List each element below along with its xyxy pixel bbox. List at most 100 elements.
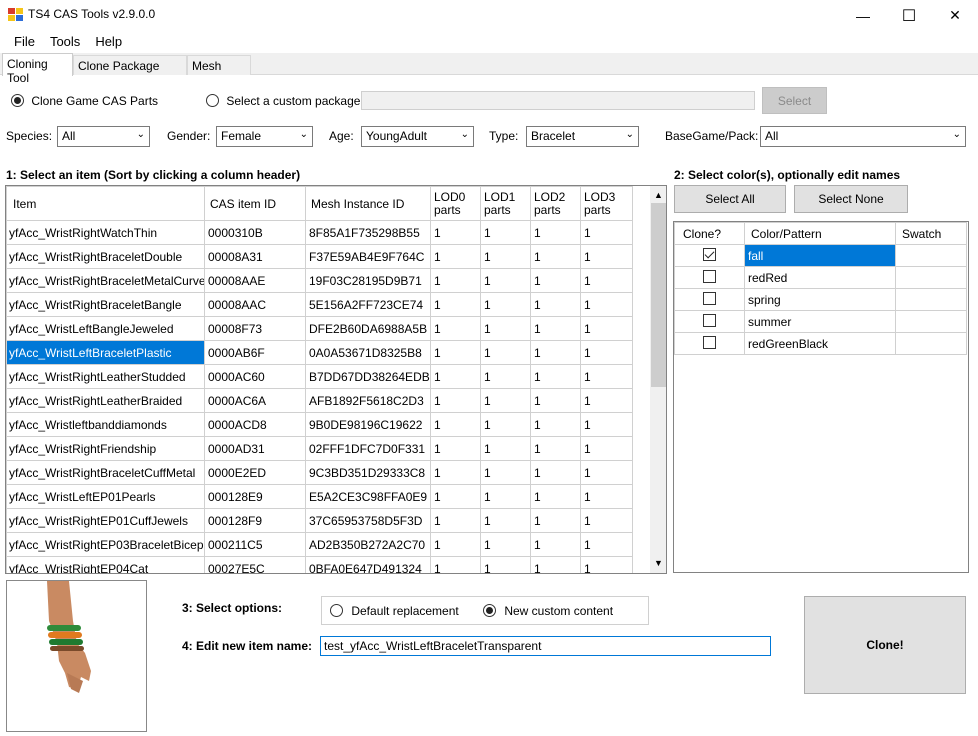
menu-file[interactable]: File (7, 31, 42, 53)
column-header-lod0[interactable]: LOD0 parts (430, 186, 481, 221)
table-cell[interactable]: yfAcc_WristRightLeatherStudded (6, 364, 205, 389)
package-path-field[interactable] (361, 91, 755, 110)
table-cell[interactable]: 1 (430, 412, 481, 437)
swatch-cell[interactable] (895, 332, 967, 355)
clone-checkbox[interactable] (703, 269, 716, 283)
table-cell[interactable]: 1 (530, 268, 581, 293)
color-name-cell[interactable]: redRed (744, 266, 896, 289)
table-cell[interactable]: 1 (480, 340, 531, 365)
column-header-lod1[interactable]: LOD1 parts (480, 186, 531, 221)
color-row[interactable]: redRed (674, 266, 967, 289)
color-name-cell[interactable]: redGreenBlack (744, 332, 896, 355)
table-cell[interactable]: 1 (480, 556, 531, 573)
tab-clone-package-editor[interactable]: Clone Package Editor (73, 55, 187, 87)
table-cell[interactable]: 1 (580, 364, 633, 389)
table-cell[interactable]: 1 (580, 292, 633, 317)
table-cell[interactable]: 0000ACD8 (204, 412, 306, 437)
column-header-cas-id[interactable]: CAS item ID (204, 186, 306, 221)
table-cell[interactable]: 1 (430, 316, 481, 341)
table-cell[interactable]: 1 (580, 268, 633, 293)
table-row[interactable]: yfAcc_WristRightBraceletDouble 00008A31 F3… (6, 244, 633, 269)
column-header-swatch[interactable]: Swatch (895, 222, 967, 245)
column-header-lod3[interactable]: LOD3 parts (580, 186, 633, 221)
table-row[interactable]: yfAcc_WristRightLeatherStudded 0000AC60 B7… (6, 364, 633, 389)
table-row[interactable]: yfAcc_WristRightEP04Cat 00027E5C 0BFA0E647… (6, 556, 633, 573)
table-row[interactable]: yfAcc_WristRightFriendship 0000AD31 02FFF1… (6, 436, 633, 461)
table-cell[interactable]: 1 (580, 388, 633, 413)
table-cell[interactable]: DFE2B60DA6988A5B (305, 316, 431, 341)
select-all-button[interactable]: Select All (674, 185, 786, 213)
table-cell[interactable]: 1 (580, 532, 633, 557)
table-cell[interactable]: 1 (480, 412, 531, 437)
table-cell[interactable]: 0BFA0E647D491324 (305, 556, 431, 573)
table-cell[interactable]: 1 (530, 532, 581, 557)
table-cell[interactable]: 00008AAC (204, 292, 306, 317)
tab-mesh-tools[interactable]: Mesh Tools (187, 55, 251, 87)
table-cell[interactable]: AFB1892F5618C2D3 (305, 388, 431, 413)
table-cell[interactable]: yfAcc_WristRightBraceletMetalCurve (6, 268, 205, 293)
table-row[interactable]: yfAcc_WristLeftEP01Pearls 000128E9 E5A2CE3… (6, 484, 633, 509)
table-cell[interactable]: 1 (530, 292, 581, 317)
table-cell[interactable]: 000211C5 (204, 532, 306, 557)
table-cell[interactable]: yfAcc_WristLeftBangleJeweled (6, 316, 205, 341)
new-item-name-field[interactable]: test_yfAcc_WristLeftBraceletTransparent (320, 636, 771, 656)
table-cell[interactable]: 1 (530, 364, 581, 389)
swatch-cell[interactable] (895, 244, 967, 267)
table-cell[interactable]: 1 (580, 460, 633, 485)
table-cell[interactable]: yfAcc_WristRightLeatherBraided (6, 388, 205, 413)
table-cell[interactable]: 1 (480, 436, 531, 461)
table-row[interactable]: yfAcc_WristLeftBangleJeweled 00008F73 DFE2… (6, 316, 633, 341)
table-cell[interactable]: 1 (480, 268, 531, 293)
column-header-color[interactable]: Color/Pattern (744, 222, 896, 245)
table-cell[interactable]: 1 (530, 220, 581, 245)
table-cell[interactable]: 000128E9 (204, 484, 306, 509)
custom-package-radio[interactable] (206, 94, 219, 108)
clone-game-radio[interactable] (11, 94, 24, 108)
table-cell[interactable]: 00008F73 (204, 316, 306, 341)
custom-package-radio-group[interactable]: Select a custom package: (206, 93, 364, 108)
items-scrollbar[interactable]: ▲ ▼ (650, 186, 666, 573)
table-cell[interactable]: yfAcc_WristRightFriendship (6, 436, 205, 461)
default-replacement-option[interactable]: Default replacement (330, 603, 459, 618)
table-cell[interactable]: 00008A31 (204, 244, 306, 269)
table-cell[interactable]: 1 (480, 532, 531, 557)
color-row[interactable]: redGreenBlack (674, 332, 967, 355)
default-replacement-radio[interactable] (330, 604, 343, 618)
table-cell[interactable]: 1 (480, 292, 531, 317)
table-cell[interactable]: 1 (430, 436, 481, 461)
menu-tools[interactable]: Tools (43, 31, 87, 53)
table-cell[interactable]: 5E156A2FF723CE74 (305, 292, 431, 317)
maximize-button[interactable]: ☐ (886, 0, 932, 31)
table-cell[interactable]: 1 (480, 484, 531, 509)
column-header-clone[interactable]: Clone? (674, 222, 745, 245)
table-cell[interactable]: 1 (530, 436, 581, 461)
table-cell[interactable]: yfAcc_WristRightBraceletDouble (6, 244, 205, 269)
table-cell[interactable]: 1 (430, 220, 481, 245)
clone-game-radio-group[interactable]: Clone Game CAS Parts (11, 93, 158, 108)
table-cell[interactable]: 1 (480, 316, 531, 341)
table-cell[interactable]: 1 (580, 508, 633, 533)
table-cell[interactable]: 00027E5C (204, 556, 306, 573)
clone-checkbox[interactable] (703, 335, 716, 349)
table-cell[interactable]: F37E59AB4E9F764C (305, 244, 431, 269)
scroll-up-icon[interactable]: ▲ (654, 190, 663, 200)
color-name-cell[interactable]: summer (744, 310, 896, 333)
table-cell[interactable]: 19F03C28195D9B71 (305, 268, 431, 293)
color-name-cell[interactable]: spring (744, 288, 896, 311)
table-cell[interactable]: 1 (480, 244, 531, 269)
table-row[interactable]: yfAcc_WristRightBraceletCuffMetal 0000E2E… (6, 460, 633, 485)
table-cell[interactable]: yfAcc_Wristleftbanddiamonds (6, 412, 205, 437)
table-cell[interactable]: 0000AC60 (204, 364, 306, 389)
table-row[interactable]: yfAcc_WristRightWatchThin 0000310B 8F85A1F… (6, 220, 633, 245)
table-cell[interactable]: 1 (530, 316, 581, 341)
clone-checkbox-cell[interactable] (674, 244, 745, 267)
table-cell[interactable]: 1 (530, 412, 581, 437)
table-cell[interactable]: 1 (480, 388, 531, 413)
table-cell[interactable]: 0000AC6A (204, 388, 306, 413)
color-row[interactable]: summer (674, 310, 967, 333)
table-cell[interactable]: 1 (480, 508, 531, 533)
table-cell[interactable]: 1 (430, 532, 481, 557)
gender-dropdown[interactable]: Female ⌄ (216, 126, 313, 147)
table-cell[interactable]: 1 (480, 220, 531, 245)
table-cell[interactable]: B7DD67DD38264EDB (305, 364, 431, 389)
